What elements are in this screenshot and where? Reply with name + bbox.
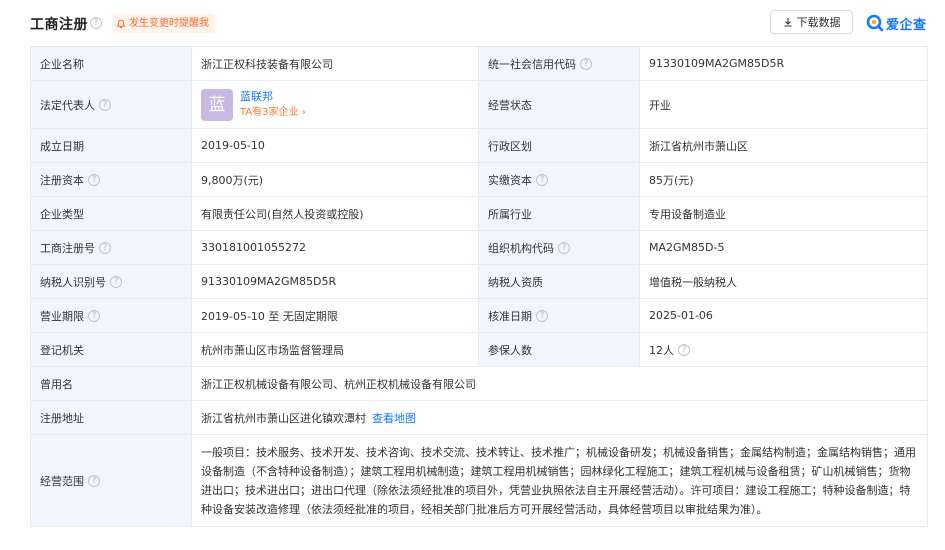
- table-row: 法定代表人? 蓝 蓝联邦 TA有3家企业 › 经营状态 开业: [30, 80, 928, 129]
- registered-address-cell: 浙江省杭州市萧山区进化镇欢潭村 查看地图: [191, 400, 928, 435]
- business-scope-value: 一般项目：技术服务、技术开发、技术咨询、技术交流、技术转让、技术推广；机械设备研…: [201, 445, 916, 516]
- field-label: 经营范围?: [30, 434, 192, 527]
- table-row: 曾用名 浙江正权机械设备有限公司、杭州正权机械设备有限公司: [30, 366, 928, 401]
- view-map-link[interactable]: 查看地图: [372, 412, 416, 425]
- business-term-value: 2019-05-10 至 无固定期限: [191, 298, 479, 333]
- field-label: 实缴资本?: [478, 162, 640, 197]
- table-row: 营业期限? 2019-05-10 至 无固定期限 核准日期? 2025-01-0…: [30, 298, 928, 333]
- insured-count-cell: 12人?: [639, 332, 928, 367]
- table-row: 登记机关 杭州市萧山区市场监督管理局 参保人数 12人?: [30, 332, 928, 367]
- help-icon[interactable]: ?: [88, 309, 100, 322]
- help-icon[interactable]: ?: [88, 173, 100, 186]
- logo-text: 爱企查: [886, 17, 927, 33]
- field-label: 法定代表人?: [30, 80, 192, 129]
- table-row: 企业名称 浙江正权科技装备有限公司 统一社会信用代码? 91330109MA2G…: [30, 46, 928, 81]
- field-label: 成立日期: [30, 128, 192, 163]
- field-label: 登记机关: [30, 332, 192, 367]
- section-title: 工商注册: [30, 17, 88, 33]
- table-row: 经营范围? 一般项目：技术服务、技术开发、技术咨询、技术交流、技术转让、技术推广…: [30, 434, 928, 527]
- help-icon[interactable]: ?: [110, 275, 122, 288]
- field-label: 行政区划: [478, 128, 640, 163]
- help-icon[interactable]: ?: [536, 309, 548, 322]
- field-label: 工商注册号?: [30, 230, 192, 265]
- download-data-button[interactable]: 下载数据: [770, 10, 853, 34]
- paid-in-capital-value: 85万(元): [639, 162, 928, 197]
- bell-icon: [116, 19, 126, 28]
- related-companies-link[interactable]: TA有3家企业 ›: [240, 105, 306, 121]
- table-row: 企业类型 有限责任公司(自然人投资或控股) 所属行业 专用设备制造业: [30, 196, 928, 231]
- field-label: 纳税人识别号?: [30, 264, 192, 299]
- legal-representative-cell: 蓝 蓝联邦 TA有3家企业 ›: [191, 80, 479, 129]
- credit-code-value: 91330109MA2GM85D5R: [639, 46, 928, 81]
- table-row: 纳税人识别号? 91330109MA2GM85D5R 纳税人资质 增值税一般纳税…: [30, 264, 928, 299]
- field-label: 企业类型: [30, 196, 192, 231]
- field-label: 统一社会信用代码?: [478, 46, 640, 81]
- download-data-label: 下载数据: [796, 16, 841, 29]
- registration-authority-value: 杭州市萧山区市场监督管理局: [191, 332, 479, 367]
- table-row: 注册资本? 9,800万(元) 实缴资本? 85万(元): [30, 162, 928, 197]
- insured-count-value: 12人: [649, 343, 674, 357]
- established-date-value: 2019-05-10: [191, 128, 479, 163]
- field-label: 经营状态: [478, 80, 640, 129]
- field-label: 所属行业: [478, 196, 640, 231]
- change-alert-button[interactable]: 发生变更时提醒我: [112, 14, 215, 33]
- industry-value: 专用设备制造业: [639, 196, 928, 231]
- help-icon[interactable]: ?: [90, 17, 102, 29]
- chevron-right-icon: ›: [301, 106, 306, 118]
- section-header: 工商注册 ? 发生变更时提醒我 下载数据 爱企查: [30, 8, 927, 38]
- field-label: 营业期限?: [30, 298, 192, 333]
- logo-icon: [866, 14, 884, 32]
- change-alert-label: 发生变更时提醒我: [129, 18, 209, 29]
- taxpayer-qualification-value: 增值税一般纳税人: [639, 264, 928, 299]
- table-row: 注册地址 浙江省杭州市萧山区进化镇欢潭村 查看地图: [30, 400, 928, 435]
- former-names-value: 浙江正权机械设备有限公司、杭州正权机械设备有限公司: [191, 366, 928, 401]
- organization-code-value: MA2GM85D-5: [639, 230, 928, 265]
- region-value: 浙江省杭州市萧山区: [639, 128, 928, 163]
- business-scope-cell: 一般项目：技术服务、技术开发、技术咨询、技术交流、技术转让、技术推广；机械设备研…: [191, 434, 928, 527]
- help-icon[interactable]: ?: [88, 474, 100, 487]
- field-label: 参保人数: [478, 332, 640, 367]
- download-icon: [784, 18, 791, 27]
- table-row: 工商注册号? 330181001055272 组织机构代码? MA2GM85D-…: [30, 230, 928, 265]
- registration-number-value: 330181001055272: [191, 230, 479, 265]
- help-icon[interactable]: ?: [678, 343, 690, 356]
- aiqicha-logo: 爱企查: [866, 12, 927, 34]
- approval-date-value: 2025-01-06: [639, 298, 928, 333]
- help-icon[interactable]: ?: [580, 57, 592, 70]
- registered-capital-value: 9,800万(元): [191, 162, 479, 197]
- company-type-value: 有限责任公司(自然人投资或控股): [191, 196, 479, 231]
- table-row: 成立日期 2019-05-10 行政区划 浙江省杭州市萧山区: [30, 128, 928, 163]
- field-label: 注册资本?: [30, 162, 192, 197]
- field-label: 核准日期?: [478, 298, 640, 333]
- help-icon[interactable]: ?: [99, 98, 111, 111]
- registered-address-value: 浙江省杭州市萧山区进化镇欢潭村: [201, 411, 366, 425]
- help-icon[interactable]: ?: [536, 173, 548, 186]
- avatar[interactable]: 蓝: [201, 88, 233, 121]
- field-label: 企业名称: [30, 46, 192, 81]
- legal-representative-link[interactable]: 蓝联邦: [240, 89, 306, 105]
- business-status-value: 开业: [639, 80, 928, 129]
- help-icon[interactable]: ?: [558, 241, 570, 254]
- registration-info-table: 企业名称 浙江正权科技装备有限公司 统一社会信用代码? 91330109MA2G…: [30, 46, 928, 527]
- help-icon[interactable]: ?: [99, 241, 111, 254]
- field-label: 注册地址: [30, 400, 192, 435]
- field-label: 曾用名: [30, 366, 192, 401]
- company-name-value: 浙江正权科技装备有限公司: [191, 46, 479, 81]
- field-label: 组织机构代码?: [478, 230, 640, 265]
- field-label: 纳税人资质: [478, 264, 640, 299]
- taxpayer-id-value: 91330109MA2GM85D5R: [191, 264, 479, 299]
